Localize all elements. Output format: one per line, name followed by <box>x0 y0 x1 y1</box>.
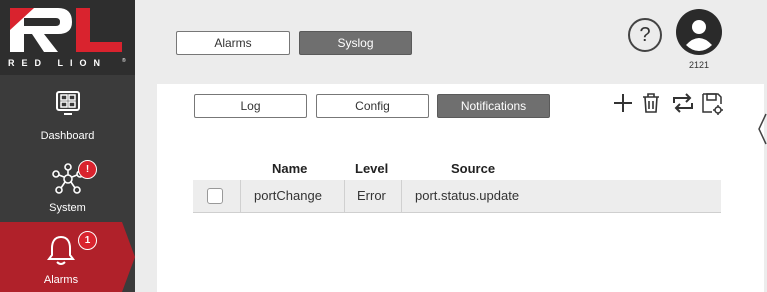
alarms-count-badge: 1 <box>78 231 97 250</box>
cell-source: port.status.update <box>415 188 520 203</box>
plus-icon[interactable] <box>612 92 634 119</box>
column-divider <box>344 180 345 212</box>
sidebar-item-alarms[interactable]: 1 Alarms <box>0 222 135 292</box>
dashboard-icon <box>55 90 81 119</box>
save-config-icon[interactable] <box>701 92 725 121</box>
sidebar-item-label: System <box>49 202 86 214</box>
system-alert-badge: ! <box>78 160 97 179</box>
column-header-level[interactable]: Level <box>355 161 388 176</box>
tab-alarms[interactable]: Alarms <box>176 31 290 55</box>
brand-registered: ® <box>122 58 126 64</box>
user-id: 2121 <box>688 60 710 70</box>
cell-level: Error <box>357 188 386 203</box>
red-lion-logo: RED LION ® <box>0 0 135 75</box>
tab-config[interactable]: Config <box>316 94 429 118</box>
row-checkbox[interactable] <box>207 188 223 204</box>
column-divider <box>401 180 402 212</box>
avatar[interactable] <box>676 9 722 55</box>
sidebar-item-label: Dashboard <box>40 130 95 142</box>
sidebar: RED LION ® Dashboard ! System 1 Alarms <box>0 0 135 292</box>
column-header-source[interactable]: Source <box>451 161 495 176</box>
cell-name: portChange <box>254 188 322 203</box>
rl-logo-mark <box>10 8 122 52</box>
table-row[interactable]: portChange Error port.status.update <box>193 180 721 213</box>
chevron-left-icon[interactable] <box>756 112 767 151</box>
brand-name: RED LION <box>8 58 108 68</box>
help-icon[interactable]: ? <box>628 18 662 52</box>
trash-icon[interactable] <box>640 92 662 119</box>
repeat-icon[interactable] <box>671 92 695 119</box>
bell-icon <box>46 234 76 269</box>
column-header-name[interactable]: Name <box>272 161 307 176</box>
column-divider <box>240 180 241 212</box>
tab-log[interactable]: Log <box>194 94 307 118</box>
tab-notifications[interactable]: Notifications <box>437 94 550 118</box>
sidebar-item-system[interactable]: ! System <box>0 150 135 220</box>
sidebar-item-dashboard[interactable]: Dashboard <box>0 78 135 148</box>
sidebar-item-label: Alarms <box>43 274 79 286</box>
tab-syslog[interactable]: Syslog <box>299 31 412 55</box>
